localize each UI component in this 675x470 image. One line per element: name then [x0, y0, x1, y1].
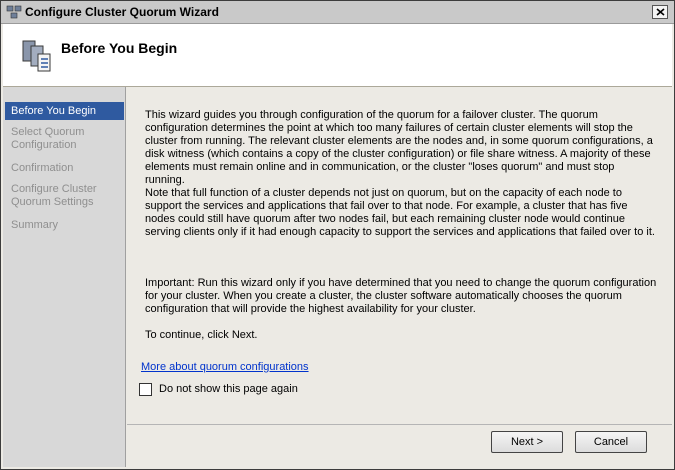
quorum-help-link[interactable]: More about quorum configurations	[141, 361, 309, 373]
dont-show-again-checkbox[interactable]	[139, 383, 152, 396]
continue-paragraph: To continue, click Next.	[145, 329, 258, 341]
close-button[interactable]	[652, 5, 668, 19]
intro-paragraph: This wizard guides you through configura…	[145, 109, 653, 186]
cluster-app-icon	[6, 5, 22, 19]
nav-step-before-you-begin[interactable]: Before You Begin	[5, 102, 124, 120]
nav-step-configure-settings[interactable]: Configure Cluster Quorum Settings	[5, 183, 124, 209]
nav-step-summary[interactable]: Summary	[5, 219, 124, 232]
close-icon	[656, 8, 665, 16]
button-bar: Next > Cancel	[127, 424, 672, 469]
page-title: Before You Begin	[61, 40, 178, 56]
capacity-paragraph: Note that full function of a cluster dep…	[145, 187, 655, 238]
nav-step-confirmation[interactable]: Confirmation	[5, 162, 124, 175]
title-bar[interactable]: Configure Cluster Quorum Wizard	[1, 1, 674, 24]
next-button[interactable]: Next >	[491, 431, 563, 453]
window-title: Configure Cluster Quorum Wizard	[25, 5, 219, 19]
wizard-step-nav: Before You Begin Select Quorum Configura…	[3, 87, 126, 467]
nav-step-select-quorum[interactable]: Select Quorum Configuration	[5, 126, 124, 152]
important-paragraph: Important: Run this wizard only if you h…	[145, 277, 657, 315]
cluster-servers-icon	[22, 40, 51, 72]
dont-show-again-label: Do not show this page again	[159, 383, 298, 395]
page-header: Before You Begin	[3, 24, 672, 87]
cancel-button[interactable]: Cancel	[575, 431, 647, 453]
wizard-content: This wizard guides you through configura…	[127, 87, 672, 424]
wizard-window: Configure Cluster Quorum Wizard Before Y…	[0, 0, 675, 470]
